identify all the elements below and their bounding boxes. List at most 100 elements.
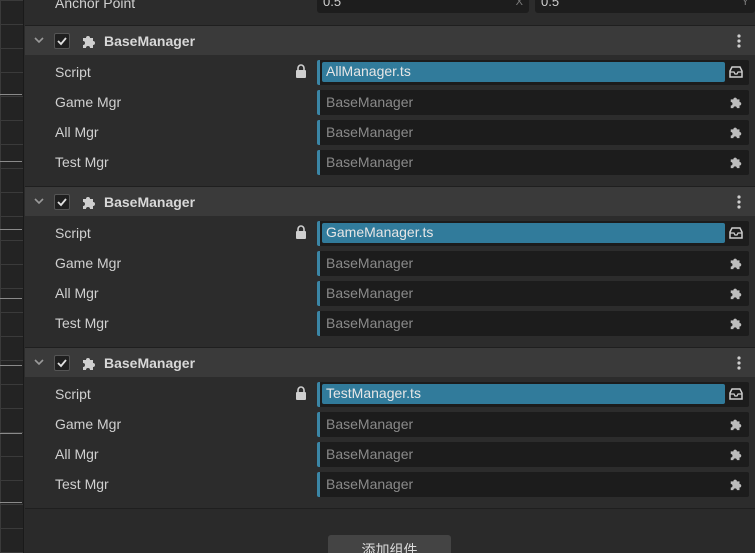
puzzle-icon: [83, 197, 95, 209]
property-row-test-mgr: Test Mgr BaseManager: [25, 309, 755, 339]
script-field[interactable]: AllManager.ts: [317, 60, 749, 85]
property-label: All Mgr: [55, 446, 99, 462]
left-ruler: [0, 0, 24, 553]
component-enabled-checkbox[interactable]: [54, 194, 70, 210]
anchor-x-input[interactable]: 0.5 X: [317, 0, 529, 13]
component-ref-field[interactable]: BaseManager: [317, 281, 749, 306]
property-row-game-mgr: Game Mgr BaseManager: [25, 410, 755, 440]
component-ref-value: BaseManager: [326, 315, 414, 331]
anchor-x-axis-label: X: [515, 0, 523, 8]
add-component-button[interactable]: 添加组件: [328, 535, 451, 553]
puzzle-icon: [83, 36, 95, 48]
component-ref-value: BaseManager: [326, 124, 414, 140]
component-title: BaseManager: [104, 355, 196, 371]
puzzle-icon[interactable]: [729, 447, 743, 461]
component-ref-value: BaseManager: [326, 255, 414, 271]
property-label: All Mgr: [55, 124, 99, 140]
checkmark-icon: [57, 37, 67, 46]
checkmark-icon: [57, 198, 67, 207]
puzzle-icon[interactable]: [729, 155, 743, 169]
anchor-point-label: Anchor Point: [55, 0, 136, 11]
script-field[interactable]: TestManager.ts: [317, 382, 749, 407]
property-label: Script: [55, 225, 91, 241]
ruler-tick: [0, 502, 22, 503]
anchor-y-input[interactable]: 0.5 Y: [535, 0, 755, 13]
component-ref-value: BaseManager: [326, 476, 414, 492]
component-ref-value: BaseManager: [326, 446, 414, 462]
ruler-tick: [0, 298, 22, 299]
property-label: All Mgr: [55, 285, 99, 301]
component-ref-field[interactable]: BaseManager: [317, 412, 749, 437]
component-ref-field[interactable]: BaseManager: [317, 90, 749, 115]
puzzle-icon: [83, 358, 95, 370]
property-label: Test Mgr: [55, 154, 109, 170]
lock-icon: [296, 225, 306, 239]
lock-icon: [296, 64, 306, 78]
component-ref-field[interactable]: BaseManager: [317, 442, 749, 467]
puzzle-icon[interactable]: [729, 125, 743, 139]
property-row-script: Script TestManager.ts: [25, 380, 755, 410]
component-header[interactable]: BaseManager: [25, 347, 755, 377]
more-vertical-icon[interactable]: [732, 194, 746, 210]
property-row-all-mgr: All Mgr BaseManager: [25, 118, 755, 148]
property-row-script: Script GameManager.ts: [25, 219, 755, 249]
component-ref-value: BaseManager: [326, 416, 414, 432]
component-ref-field[interactable]: BaseManager: [317, 311, 749, 336]
chevron-down-icon[interactable]: [32, 33, 46, 47]
puzzle-icon[interactable]: [729, 417, 743, 431]
more-vertical-icon[interactable]: [732, 355, 746, 371]
component-title: BaseManager: [104, 33, 196, 49]
puzzle-icon[interactable]: [729, 477, 743, 491]
property-label: Game Mgr: [55, 255, 122, 271]
asset-open-icon[interactable]: [729, 387, 743, 401]
property-label: Game Mgr: [55, 416, 122, 432]
ruler-tick: [0, 229, 22, 230]
lock-icon: [296, 386, 306, 400]
component-title: BaseManager: [104, 194, 196, 210]
component-header[interactable]: BaseManager: [25, 186, 755, 216]
chevron-down-icon[interactable]: [32, 194, 46, 208]
property-row-all-mgr: All Mgr BaseManager: [25, 440, 755, 470]
ruler-tick: [0, 161, 22, 162]
component-ref-field[interactable]: BaseManager: [317, 120, 749, 145]
puzzle-icon[interactable]: [729, 286, 743, 300]
property-row-script: Script AllManager.ts: [25, 58, 755, 88]
component-ref-value: BaseManager: [326, 94, 414, 110]
script-value: GameManager.ts: [326, 224, 434, 240]
component-ref-value: BaseManager: [326, 285, 414, 301]
script-field[interactable]: GameManager.ts: [317, 221, 749, 246]
component-ref-field[interactable]: BaseManager: [317, 251, 749, 276]
asset-open-icon[interactable]: [729, 65, 743, 79]
anchor-y-value: 0.5: [541, 0, 560, 9]
property-row-test-mgr: Test Mgr BaseManager: [25, 148, 755, 178]
property-label: Test Mgr: [55, 476, 109, 492]
property-row-test-mgr: Test Mgr BaseManager: [25, 470, 755, 500]
script-value: TestManager.ts: [326, 385, 421, 401]
property-row-game-mgr: Game Mgr BaseManager: [25, 249, 755, 279]
inspector-footer: 添加组件: [25, 508, 755, 553]
chevron-down-icon[interactable]: [32, 355, 46, 369]
component-ref-field[interactable]: BaseManager: [317, 150, 749, 175]
more-vertical-icon[interactable]: [732, 33, 746, 49]
component-enabled-checkbox[interactable]: [54, 355, 70, 371]
puzzle-icon[interactable]: [729, 256, 743, 270]
component-ref-value: BaseManager: [326, 154, 414, 170]
asset-open-icon[interactable]: [729, 226, 743, 240]
component-enabled-checkbox[interactable]: [54, 33, 70, 49]
property-row-game-mgr: Game Mgr BaseManager: [25, 88, 755, 118]
component-header[interactable]: BaseManager: [25, 25, 755, 55]
script-value: AllManager.ts: [326, 63, 411, 79]
puzzle-icon[interactable]: [729, 95, 743, 109]
inspector-panel: Anchor Point 0.5 X 0.5 Y BaseManager Scr…: [25, 0, 755, 553]
property-label: Test Mgr: [55, 315, 109, 331]
checkmark-icon: [57, 359, 67, 368]
property-label: Game Mgr: [55, 94, 122, 110]
puzzle-icon[interactable]: [729, 316, 743, 330]
ruler-tick: [0, 94, 22, 95]
property-row-all-mgr: All Mgr BaseManager: [25, 279, 755, 309]
property-label: Script: [55, 64, 91, 80]
anchor-point-row: Anchor Point 0.5 X 0.5 Y: [25, 0, 755, 19]
component-ref-field[interactable]: BaseManager: [317, 472, 749, 497]
ruler-tick: [0, 433, 22, 434]
ruler-tick: [0, 365, 22, 366]
